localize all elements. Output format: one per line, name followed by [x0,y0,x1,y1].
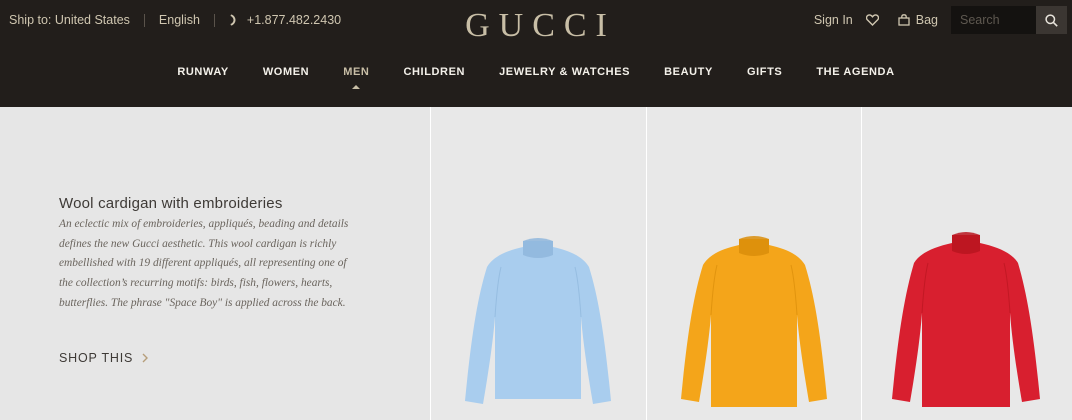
sign-in-link[interactable]: Sign In [814,13,853,27]
utility-right: Sign In Bag Search [814,6,1072,34]
product-card-red-turtleneck[interactable] [861,107,1072,420]
shop-this-label: SHOP THIS [59,351,134,365]
promo-description-line: butterflies. The phrase "Space Boy" is a… [59,296,346,309]
shop-this-link[interactable]: SHOP THIS [59,351,149,365]
promo-title: Wool cardigan with embroideries [59,195,283,212]
promo-panel: Wool cardigan with embroideries An eclec… [0,107,430,420]
turtleneck-sweater-image [681,236,827,407]
nav-women[interactable]: WOMEN [263,66,309,78]
promo-description-line: the collection’s recurring motifs: birds… [59,277,333,290]
bag-link[interactable]: Bag [898,13,938,27]
bag-label: Bag [915,13,938,27]
nav-men[interactable]: MEN [343,66,369,89]
turtleneck-sweater-image [465,238,611,404]
nav-beauty[interactable]: BEAUTY [664,66,713,78]
bag-icon [898,14,910,26]
heart-icon[interactable] [865,14,879,26]
main-nav: RUNWAY WOMEN MEN CHILDREN JEWELRY & WATC… [0,66,1072,89]
promo-description-line: embellished with 19 different appliqués,… [59,257,347,270]
nav-jewelry-watches[interactable]: JEWELRY & WATCHES [499,66,630,78]
search-button[interactable] [1036,6,1067,34]
product-card-light-blue-turtleneck[interactable] [430,107,646,420]
nav-gifts[interactable]: GIFTS [747,66,782,78]
chevron-right-icon [142,353,149,363]
promo-description: An eclectic mix of embroideries, appliqu… [59,215,369,314]
site-header: Ship to: United States English +1.877.48… [0,0,1072,107]
turtleneck-sweater-image [892,232,1040,407]
nav-children[interactable]: CHILDREN [403,66,465,78]
product-card-orange-turtleneck[interactable] [646,107,861,420]
promo-description-line: defines the new Gucci aesthetic. This wo… [59,237,337,250]
nav-runway[interactable]: RUNWAY [177,66,228,78]
promo-description-line: An eclectic mix of embroideries, appliqu… [59,218,349,230]
search-input[interactable]: Search [951,6,1036,34]
search-icon [1045,13,1058,27]
nav-the-agenda[interactable]: THE AGENDA [816,66,894,78]
